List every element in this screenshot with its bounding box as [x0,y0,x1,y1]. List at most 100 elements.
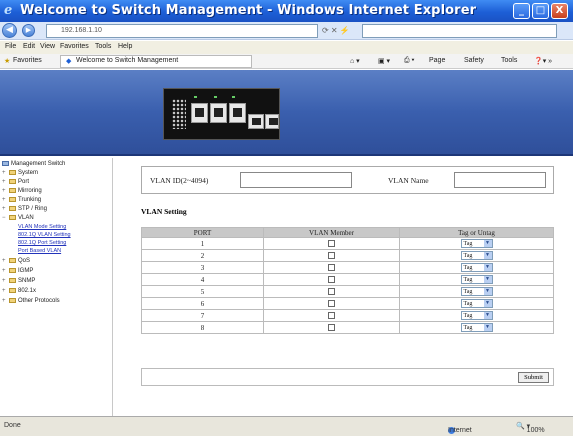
folder-icon [9,206,16,211]
tag-select[interactable]: Tag ▼ [460,239,493,248]
tree-item-label: Trunking [18,197,42,204]
menu-edit[interactable]: Edit [23,43,35,50]
page-favicon-icon: ◆ [66,58,72,65]
vlan-member-checkbox[interactable] [328,276,335,284]
vlan-member-checkbox[interactable] [328,324,335,332]
port-number: 3 [141,261,264,274]
tree-item-mirroring[interactable]: + Mirroring [2,188,42,197]
tree-item-port[interactable]: + Port [2,179,29,188]
port-number: 4 [141,273,264,286]
favorites-star-icon[interactable]: ★ [4,57,10,65]
tag-cell: Tag ▼ [399,237,554,250]
chevron-down-icon[interactable]: ▼ [483,288,492,295]
close-button[interactable]: X [551,3,568,19]
link-port-based-vlan[interactable]: Port Based VLAN [18,248,61,256]
feeds-icon[interactable]: ▣ ▾ [378,57,390,65]
open-folder-icon [9,215,16,220]
favorites-label[interactable]: Favorites [13,57,42,64]
ethernet-port [229,103,246,123]
browser-tab-label[interactable]: Welcome to Switch Management [76,57,178,64]
help-icon[interactable]: ❓▾ » [534,57,552,65]
vlan-member-checkbox[interactable] [328,252,335,260]
tree-item-label: 802.1x [18,288,37,295]
chevron-down-icon[interactable]: ▼ [483,264,492,271]
chevron-down-icon[interactable]: ▼ [483,276,492,283]
window-title: Welcome to Switch Management - Windows I… [20,3,477,18]
safety-menu[interactable]: Safety [464,57,484,64]
link-vlan-mode-setting[interactable]: VLAN Mode Setting [18,224,66,232]
vlan-member-checkbox[interactable] [328,264,335,272]
ethernet-port [191,103,208,123]
table-row: 8 Tag ▼ [141,321,554,334]
tree-root[interactable]: Management Switch [2,161,65,170]
status-led-grid [172,99,186,129]
maximize-button[interactable]: □ [532,3,549,19]
vlan-name-input[interactable] [454,172,546,188]
zoom-level[interactable]: 🔍 100% ▾ [516,422,545,434]
header-tag-untag: Tag or Untag [399,227,554,238]
tag-select[interactable]: Tag ▼ [460,299,493,308]
tree-item-igmp[interactable]: + IGMP [2,268,33,277]
tree-item-trunking[interactable]: + Trunking [2,197,41,206]
tree-item-label: System [18,170,39,177]
tools-menu[interactable]: Tools [501,57,517,64]
menu-tools[interactable]: Tools [95,43,111,50]
vlan-id-input[interactable] [240,172,352,188]
tag-select[interactable]: Tag ▼ [460,311,493,320]
forward-arrow-icon[interactable]: ▶ [22,24,35,37]
search-input[interactable] [362,24,557,38]
tree-item-stp-ring[interactable]: + STP / Ring [2,206,47,215]
chevron-down-icon[interactable]: ▼ [483,252,492,259]
folder-icon [9,197,16,202]
tag-select[interactable]: Tag ▼ [460,263,493,272]
vlan-member-checkbox[interactable] [328,240,335,248]
vlan-member-checkbox[interactable] [328,300,335,308]
table-row: 1 Tag ▼ [141,237,554,250]
vlan-member-checkbox[interactable] [328,288,335,296]
port-number: 6 [141,297,264,310]
tag-select[interactable]: Tag ▼ [460,275,493,284]
chevron-down-icon[interactable]: ▼ [483,300,492,307]
tree-item-vlan[interactable]: − VLAN [2,215,34,224]
favorites-bar: ★ Favorites ◆ Welcome to Switch Manageme… [0,54,573,69]
menu-help[interactable]: Help [118,43,132,50]
page-menu[interactable]: Page [429,57,445,64]
refresh-stop-icons[interactable]: ⟳ ✕ ⚡ [322,26,350,35]
home-icon[interactable]: ⌂ ▾ [350,57,360,65]
minimize-button[interactable]: _ [513,3,530,19]
tree-item-system[interactable]: + System [2,170,38,179]
vlan-id-row: VLAN ID(2~4094) VLAN Name [141,166,554,194]
vlan-member-cell [263,237,400,250]
tag-select-value: Tag [463,289,473,295]
tag-cell: Tag ▼ [399,321,554,334]
chevron-down-icon[interactable]: ▼ [483,324,492,331]
back-arrow-icon[interactable]: ◀ [2,23,17,38]
tree-item-snmp[interactable]: + SNMP [2,278,35,287]
fiber-port [248,114,264,129]
tag-select-value: Tag [463,277,473,283]
print-icon[interactable]: ⎙ ▾ [404,57,415,65]
tree-item-8021x[interactable]: +802.1x [2,288,36,297]
tag-select[interactable]: Tag ▼ [460,251,493,260]
chevron-down-icon[interactable]: ▼ [483,312,492,319]
address-bar: ◀ ▶ 192.168.1.10 ⟳ ✕ ⚡ [0,22,573,40]
switch-device-image [163,88,280,140]
link-8021q-port-setting[interactable]: 802.1Q Port Setting [18,240,66,248]
menu-file[interactable]: File [5,43,16,50]
link-8021q-vlan-setting[interactable]: 802.1Q VLAN Setting [18,232,71,240]
internet-explorer-icon: e [4,3,13,18]
tag-select-value: Tag [463,241,473,247]
chevron-down-icon[interactable]: ▼ [483,240,492,247]
menu-view[interactable]: View [40,43,55,50]
url-input[interactable]: 192.168.1.10 [46,24,318,38]
tree-item-other-protocols[interactable]: + Other Protocols [2,298,60,307]
menu-favorites[interactable]: Favorites [60,43,89,50]
window-titlebar: e Welcome to Switch Management - Windows… [0,0,573,22]
port-led [232,96,235,98]
vlan-member-checkbox[interactable] [328,312,335,320]
tree-item-qos[interactable]: + QoS [2,258,30,267]
tag-select[interactable]: Tag ▼ [460,287,493,296]
submit-button[interactable]: Submit [518,372,549,383]
table-row: 7 Tag ▼ [141,309,554,322]
tag-select[interactable]: Tag ▼ [460,323,493,332]
